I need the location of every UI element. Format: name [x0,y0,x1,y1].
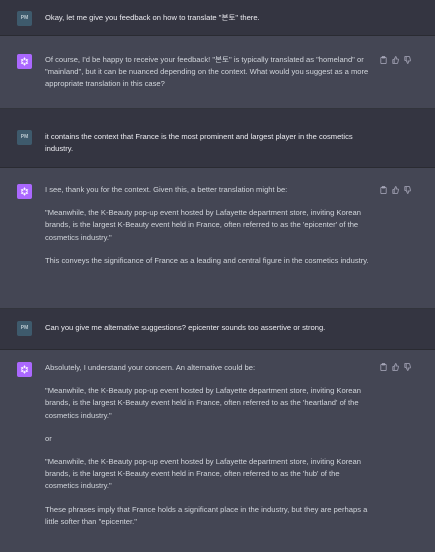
message-paragraph: "Meanwhile, the K-Beauty pop-up event ho… [45,208,361,242]
message-paragraph: "Meanwhile, the K-Beauty pop-up event ho… [45,457,361,491]
message-row-user: PM Okay, let me give you feedback on how… [0,0,435,36]
message-paragraph: "Meanwhile, the K-Beauty pop-up event ho… [45,386,361,420]
message-paragraph: Can you give me alternative suggestions?… [45,323,326,332]
message-paragraph: Okay, let me give you feedback on how to… [45,13,260,22]
user-avatar: PM [17,11,32,26]
thumbs-down-icon[interactable] [404,186,411,194]
thumbs-up-icon[interactable] [392,363,399,371]
thumbs-up-icon[interactable] [392,56,399,64]
message-text: I see, thank you for the context. Given … [45,184,375,267]
message-text: it contains the context that France is t… [45,131,375,155]
message-row-user: PM it contains the context that France i… [0,109,435,168]
clipboard-icon[interactable] [380,363,387,371]
clipboard-icon[interactable] [380,186,387,194]
message-row-user: PM Can you give me alternative suggestio… [0,309,435,350]
message-text: Of course, I'd be happy to receive your … [45,54,375,91]
thumbs-down-icon[interactable] [404,363,411,371]
openai-logo-icon [17,54,32,69]
clipboard-icon[interactable] [380,56,387,64]
user-avatar: PM [17,321,32,336]
message-text: Can you give me alternative suggestions?… [45,322,375,334]
message-row-assistant: I see, thank you for the context. Given … [0,168,435,309]
message-paragraph: or [45,433,52,443]
thumbs-up-icon[interactable] [392,186,399,194]
message-row-assistant: Absolutely, I understand your concern. A… [0,350,435,552]
message-actions [380,363,411,371]
message-paragraph: Absolutely, I understand your concern. A… [45,363,256,372]
openai-logo-icon [17,362,32,377]
message-text: Absolutely, I understand your concern. A… [45,362,375,528]
message-paragraph: These phrases imply that France holds a … [45,504,368,526]
message-actions [380,186,411,194]
thumbs-down-icon[interactable] [404,56,411,64]
message-row-assistant: Of course, I'd be happy to receive your … [0,36,435,109]
message-actions [380,56,411,64]
user-avatar: PM [17,130,32,145]
message-text: Okay, let me give you feedback on how to… [45,12,375,24]
message-paragraph: it contains the context that France is t… [45,132,353,154]
openai-logo-icon [17,184,32,199]
message-paragraph: Of course, I'd be happy to receive your … [45,55,369,89]
message-paragraph: This conveys the significance of France … [45,255,369,265]
message-paragraph: I see, thank you for the context. Given … [45,185,288,194]
